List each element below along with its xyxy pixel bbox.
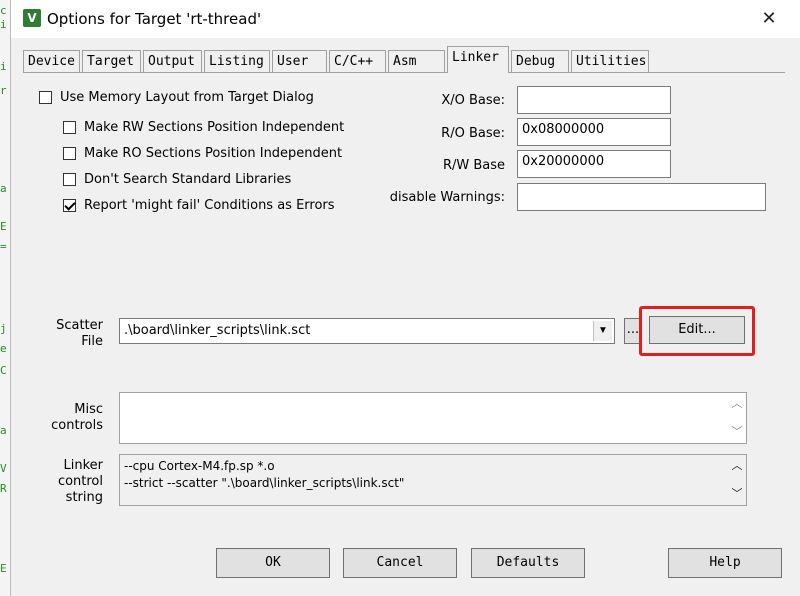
report-might-fail-checkbox[interactable]: Report 'might fail' Conditions as Errors: [63, 198, 335, 213]
keil-app-icon: V: [23, 9, 41, 27]
ok-button[interactable]: OK: [216, 548, 330, 578]
xo-base-input[interactable]: [517, 86, 671, 114]
checkbox-label: Use Memory Layout from Target Dialog: [60, 90, 314, 105]
xo-base-label: X/O Base:: [441, 93, 505, 108]
tab-device[interactable]: Device: [23, 50, 80, 72]
ro-position-independent-checkbox[interactable]: Make RO Sections Position Independent: [63, 146, 342, 161]
checkbox-label: Don't Search Standard Libraries: [84, 172, 292, 187]
tab-output[interactable]: Output: [143, 50, 202, 72]
tab-user[interactable]: User: [272, 50, 327, 72]
tab-listing[interactable]: Listing: [204, 50, 270, 72]
linker-label-control: control: [57, 474, 103, 489]
tab-underline: [23, 72, 447, 73]
close-icon[interactable]: ✕: [754, 6, 784, 32]
tab-underline: [509, 72, 785, 73]
dont-search-std-libs-checkbox[interactable]: Don't Search Standard Libraries: [63, 172, 291, 187]
rw-base-label: R/W Base: [442, 158, 505, 173]
background-editor-strip: c i i r a E = j e C a V R E: [0, 0, 10, 596]
chevron-down-icon[interactable]: ﹀: [728, 485, 746, 503]
misc-label: Misc: [74, 402, 103, 417]
linker-control-textarea[interactable]: --cpu Cortex-M4.fp.sp *.o --strict --sca…: [119, 454, 747, 506]
help-button[interactable]: Help: [668, 548, 782, 578]
tab-debug[interactable]: Debug: [511, 50, 569, 72]
options-dialog: V Options for Target 'rt-thread' ✕ Devic…: [10, 0, 800, 596]
disable-warnings-input[interactable]: [517, 183, 766, 211]
ro-base-input[interactable]: 0x08000000: [517, 118, 671, 146]
use-memory-layout-checkbox[interactable]: Use Memory Layout from Target Dialog: [39, 90, 314, 105]
linker-control-line-2: --strict --scatter ".\board\linker_scrip…: [124, 476, 405, 490]
chevron-up-icon[interactable]: ︿: [728, 457, 746, 475]
scatter-label-file: File: [81, 334, 103, 349]
checkbox-box[interactable]: [63, 147, 76, 160]
title-bar: V Options for Target 'rt-thread' ✕: [11, 0, 800, 38]
scatter-file-value: .\board\linker_scripts\link.sct: [124, 323, 311, 338]
tab-cc[interactable]: C/C++: [329, 50, 386, 72]
checkbox-label: Make RO Sections Position Independent: [84, 146, 343, 161]
checkbox-box[interactable]: [39, 91, 52, 104]
tab-utilities[interactable]: Utilities: [571, 50, 649, 72]
chevron-down-icon[interactable]: ﹀: [728, 423, 746, 441]
misc-controls-textarea[interactable]: ︿ ﹀: [119, 392, 747, 444]
checkbox-box[interactable]: [63, 121, 76, 134]
misc-scrollbar[interactable]: ︿ ﹀: [728, 393, 746, 443]
checkbox-label: Report 'might fail' Conditions as Errors: [84, 198, 335, 213]
chevron-up-icon[interactable]: ︿: [728, 395, 746, 413]
dropdown-arrow-icon[interactable]: ▼: [593, 321, 612, 341]
tab-target[interactable]: Target: [82, 50, 141, 72]
linker-control-line-1: --cpu Cortex-M4.fp.sp *.o: [124, 459, 275, 473]
rw-base-input[interactable]: 0x20000000: [517, 150, 671, 178]
disable-warnings-label: disable Warnings:: [389, 190, 505, 205]
ro-base-label: R/O Base:: [441, 126, 505, 141]
red-highlight-box: [639, 306, 755, 356]
defaults-button[interactable]: Defaults: [471, 548, 585, 578]
scatter-label: Scatter: [56, 318, 103, 333]
tab-linker[interactable]: Linker: [447, 46, 509, 73]
cancel-button[interactable]: Cancel: [343, 548, 457, 578]
window-title: Options for Target 'rt-thread': [47, 10, 262, 28]
scatter-file-combo[interactable]: .\board\linker_scripts\link.sct ▼: [119, 318, 615, 344]
checkbox-box[interactable]: [63, 173, 76, 186]
checkbox-box[interactable]: [63, 199, 76, 212]
linker-label: Linker: [63, 458, 103, 473]
tab-asm[interactable]: Asm: [388, 50, 445, 72]
linker-label-string: string: [65, 490, 103, 505]
rw-position-independent-checkbox[interactable]: Make RW Sections Position Independent: [63, 120, 344, 135]
checkbox-label: Make RW Sections Position Independent: [84, 120, 345, 135]
linker-scrollbar[interactable]: ︿ ﹀: [728, 455, 746, 505]
misc-label-controls: controls: [51, 418, 103, 433]
